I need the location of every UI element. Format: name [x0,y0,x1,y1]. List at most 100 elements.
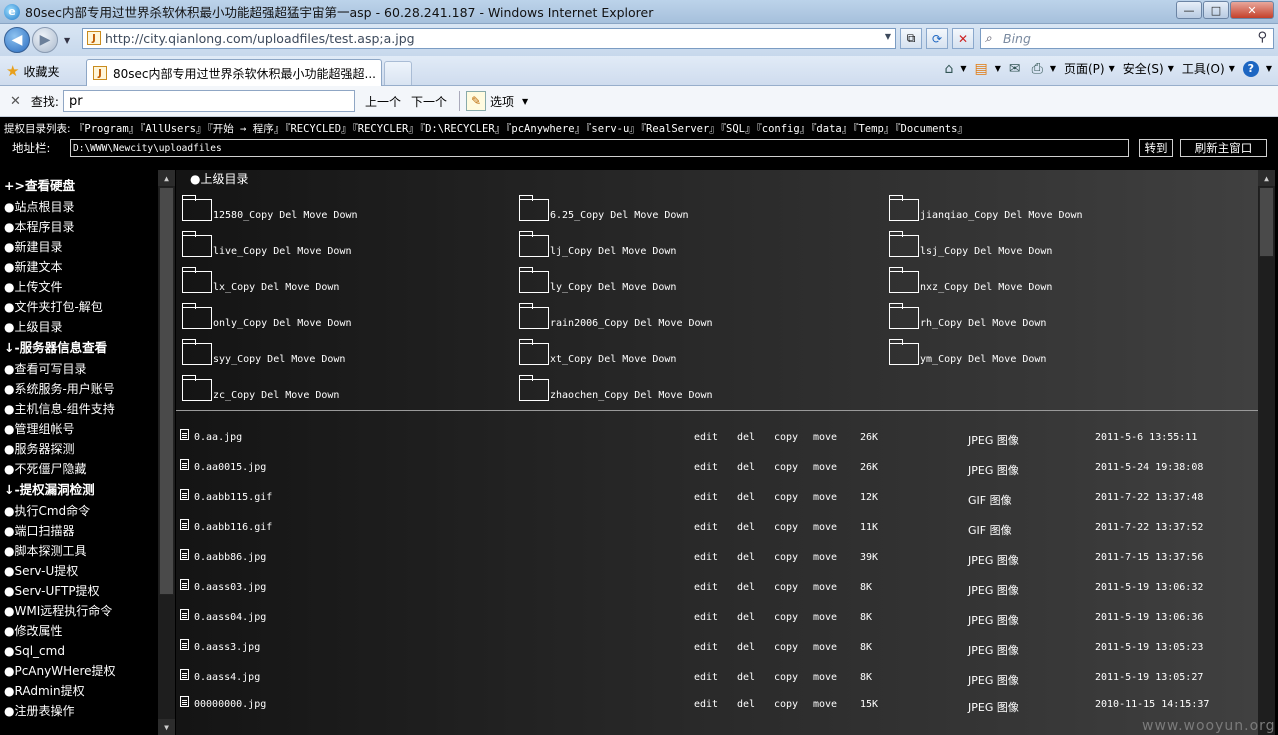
privilege-dir-link[interactable]: 『AllUsers』 [140,123,206,135]
home-button[interactable]: ⌂ ▼ [944,61,966,77]
directory-name[interactable]: jianqiao [920,210,968,221]
mail-button[interactable]: ✉ [1009,61,1024,77]
file-delete-link[interactable]: del [737,552,755,563]
file-edit-link[interactable]: edit [694,672,718,683]
find-options-button[interactable]: ✎ 选项 ▼ [465,91,528,111]
directory-item[interactable]: zhaochen _Copy Del Move Down [519,371,713,401]
directory-item[interactable]: syy _Copy Del Move Down [182,335,345,365]
directory-actions[interactable]: _Copy Del Move Down [598,318,712,329]
file-copy-link[interactable]: copy [774,582,798,593]
file-move-link[interactable]: move [813,582,837,593]
directory-name[interactable]: live [213,246,237,257]
file-edit-link[interactable]: edit [694,492,718,503]
tab-active[interactable]: J 80sec内部专用过世界杀软休积最小功能超强超... [86,59,382,86]
directory-actions[interactable]: _Copy Del Move Down [932,318,1046,329]
privilege-dir-link[interactable]: 『Program』 [74,123,139,135]
sidebar-item[interactable]: ●注册表操作 [4,701,154,721]
file-move-link[interactable]: move [813,612,837,623]
directory-item[interactable]: live _Copy Del Move Down [182,227,351,257]
directory-name[interactable]: zc [213,390,225,401]
directory-item[interactable]: rain2006 _Copy Del Move Down [519,299,713,329]
directory-name[interactable]: ly [550,282,562,293]
search-icon[interactable]: ⚲ [1257,30,1267,45]
file-copy-link[interactable]: copy [774,612,798,623]
favorites-button[interactable]: ★ 收藏夹 [6,62,59,80]
directory-item[interactable]: only _Copy Del Move Down [182,299,351,329]
file-copy-link[interactable]: copy [774,642,798,653]
directory-name[interactable]: ym [920,354,932,365]
sidebar-item[interactable]: ●脚本探测工具 [4,541,154,561]
privilege-dir-link[interactable]: 『pcAnywhere』 [506,123,585,135]
file-name[interactable]: 0.aabb86.jpg [194,552,266,563]
directory-actions[interactable]: _Copy Del Move Down [243,210,357,221]
file-copy-link[interactable]: copy [774,672,798,683]
directory-item[interactable]: rh _Copy Del Move Down [889,299,1046,329]
privilege-dir-link[interactable]: 『RECYCLED』 [285,123,351,135]
directory-actions[interactable]: _Copy Del Move Down [225,282,339,293]
privilege-dir-link[interactable]: 『D:\RECYCLER』 [420,123,505,135]
close-find-icon[interactable]: ✕ [10,94,21,109]
privilege-dir-link[interactable]: 『Documents』 [895,123,968,135]
sidebar-item[interactable]: ●Serv-UFTP提权 [4,581,154,601]
file-edit-link[interactable]: edit [694,612,718,623]
sidebar-section-header[interactable]: +>查看硬盘 [4,175,154,197]
file-name[interactable]: 0.aa0015.jpg [194,462,266,473]
sidebar-section-header[interactable]: ↓-服务器信息查看 [4,337,154,359]
directory-actions[interactable]: _Copy Del Move Down [237,246,351,257]
file-copy-link[interactable]: copy [774,552,798,563]
compatibility-view-button[interactable]: ⧉ [900,28,922,49]
file-edit-link[interactable]: edit [694,462,718,473]
minimize-button[interactable]: — [1176,1,1202,19]
history-dropdown-icon[interactable]: ▼ [64,36,70,45]
file-edit-link[interactable]: edit [694,522,718,533]
stop-button[interactable]: ✕ [952,28,974,49]
url-dropdown-icon[interactable]: ▼ [885,32,891,41]
directory-actions[interactable]: _Copy Del Move Down [932,354,1046,365]
file-delete-link[interactable]: del [737,612,755,623]
privilege-dir-link[interactable]: 『Temp』 [853,123,894,135]
directory-actions[interactable]: _Copy Del Move Down [938,282,1052,293]
close-window-button[interactable]: ✕ [1230,1,1274,19]
refresh-main-window-button[interactable]: 刷新主窗口 [1180,139,1267,157]
directory-actions[interactable]: _Copy Del Move Down [562,246,676,257]
directory-item[interactable]: xt _Copy Del Move Down [519,335,676,365]
sidebar-item[interactable]: ●执行Cmd命令 [4,501,154,521]
file-edit-link[interactable]: edit [694,552,718,563]
directory-name[interactable]: only [213,318,237,329]
file-name[interactable]: 0.aabb116.gif [194,522,272,533]
file-copy-link[interactable]: copy [774,432,798,443]
file-move-link[interactable]: move [813,672,837,683]
directory-name[interactable]: 6.25 [550,210,574,221]
sidebar-item[interactable]: ●RAdmin提权 [4,681,154,701]
directory-name[interactable]: nxz [920,282,938,293]
sidebar-item[interactable]: ●端口扫描器 [4,521,154,541]
directory-name[interactable]: xt [550,354,562,365]
file-name[interactable]: 0.aabb115.gif [194,492,272,503]
scroll-up-icon[interactable]: ▲ [1258,170,1275,186]
file-delete-link[interactable]: del [737,522,755,533]
file-name[interactable]: 0.aa.jpg [194,432,242,443]
sidebar-scrollbar[interactable]: ▲ ▼ [158,170,175,735]
directory-item[interactable]: 12580 _Copy Del Move Down [182,191,358,221]
directory-name[interactable]: zhaochen [550,390,598,401]
file-delete-link[interactable]: del [737,582,755,593]
privilege-dir-link[interactable]: 『RECYCLER』 [353,123,419,135]
sidebar-item[interactable]: ●新建文本 [4,257,154,277]
directory-name[interactable]: lsj [920,246,938,257]
back-button[interactable]: ◀ [4,27,30,53]
content-scroll-thumb[interactable] [1259,187,1274,257]
sidebar-item[interactable]: ●Sql_cmd [4,641,154,661]
safety-menu[interactable]: 安全(S) ▼ [1123,60,1174,77]
file-delete-link[interactable]: del [737,672,755,683]
find-previous-button[interactable]: 上一个 [365,93,401,110]
directory-item[interactable]: nxz _Copy Del Move Down [889,263,1052,293]
file-delete-link[interactable]: del [737,462,755,473]
file-delete-link[interactable]: del [737,699,755,710]
goto-button[interactable]: 转到 [1139,139,1173,157]
directory-actions[interactable]: _Copy Del Move Down [938,246,1052,257]
find-input[interactable] [62,90,355,112]
file-copy-link[interactable]: copy [774,492,798,503]
file-delete-link[interactable]: del [737,432,755,443]
sidebar-item[interactable]: ●服务器探测 [4,439,154,459]
privilege-dir-link[interactable]: 『config』 [757,123,811,135]
